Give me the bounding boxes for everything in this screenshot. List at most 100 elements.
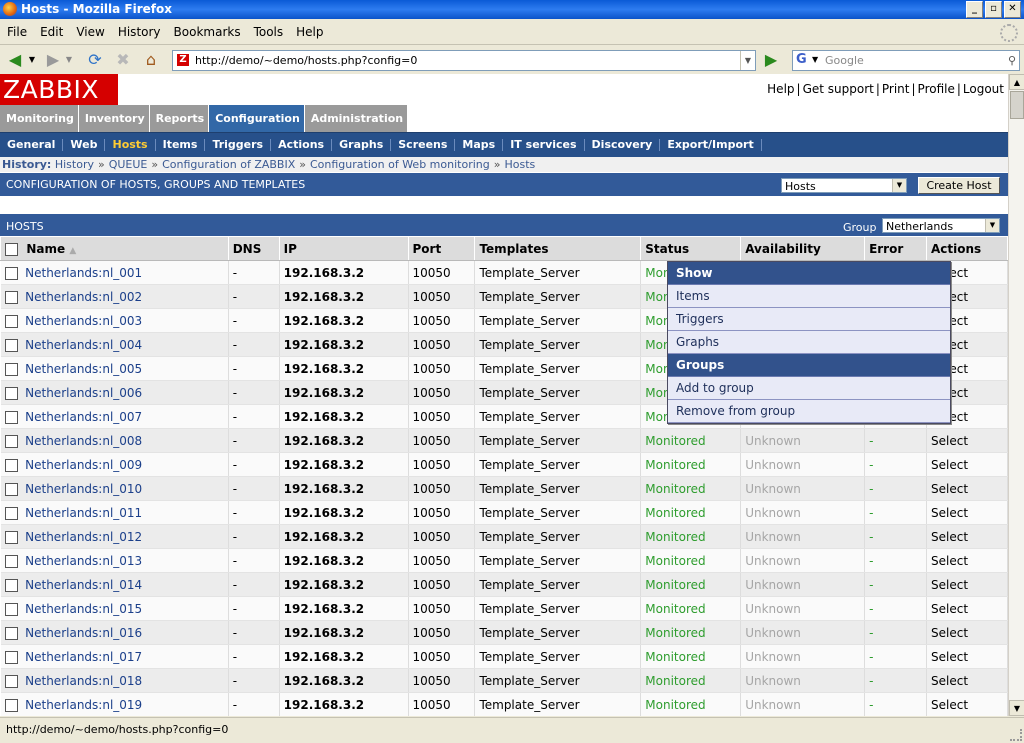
- url-bar[interactable]: Z http://demo/~demo/hosts.php?config=0 ▼: [172, 50, 756, 71]
- status-link[interactable]: Monitored: [640, 692, 742, 716]
- select-action-link[interactable]: Select: [926, 692, 1008, 716]
- host-name-link[interactable]: Netherlands:nl_007: [25, 410, 142, 424]
- menu-help[interactable]: Help: [289, 20, 329, 39]
- column-error[interactable]: Error: [864, 236, 927, 261]
- print-link[interactable]: Print: [882, 82, 910, 96]
- subtab-triggers[interactable]: Triggers: [205, 139, 272, 151]
- status-link[interactable]: Monitored: [640, 620, 742, 645]
- host-name-link[interactable]: Netherlands:nl_015: [25, 602, 142, 616]
- column-availability[interactable]: Availability: [740, 236, 866, 261]
- menu-view[interactable]: View: [69, 20, 110, 39]
- status-link[interactable]: Monitored: [640, 500, 742, 525]
- row-checkbox[interactable]: [4, 530, 18, 544]
- group-select[interactable]: Netherlands ▼: [882, 218, 1000, 233]
- column-port[interactable]: Port: [407, 236, 476, 261]
- tab-configuration[interactable]: Configuration: [209, 105, 305, 132]
- select-action-link[interactable]: Select: [926, 596, 1008, 621]
- config-type-select[interactable]: Hosts ▼: [781, 178, 907, 193]
- subtab-general[interactable]: General: [0, 139, 64, 151]
- tab-reports[interactable]: Reports: [149, 105, 210, 132]
- column-actions[interactable]: Actions: [926, 236, 1008, 261]
- host-name-link[interactable]: Netherlands:nl_003: [25, 314, 142, 328]
- row-checkbox[interactable]: [4, 266, 18, 280]
- menu-item-items[interactable]: Items: [668, 285, 950, 308]
- column-name[interactable]: Name ▲: [0, 236, 229, 261]
- select-action-link[interactable]: Select: [926, 476, 1008, 501]
- create-host-button[interactable]: Create Host: [918, 177, 1000, 194]
- row-checkbox[interactable]: [4, 698, 18, 712]
- search-engine-dropdown-icon[interactable]: ▼: [812, 55, 818, 64]
- host-name-link[interactable]: Netherlands:nl_014: [25, 578, 142, 592]
- host-name-link[interactable]: Netherlands:nl_016: [25, 626, 142, 640]
- subtab-maps[interactable]: Maps: [455, 139, 504, 151]
- breadcrumb-configuration-web[interactable]: Configuration of Web monitoring: [310, 158, 490, 171]
- search-box[interactable]: G ▼ Google ⚲: [792, 50, 1020, 71]
- breadcrumb-history[interactable]: History: [55, 158, 94, 171]
- host-name-link[interactable]: Netherlands:nl_018: [25, 674, 142, 688]
- select-action-link[interactable]: Select: [926, 548, 1008, 573]
- search-input[interactable]: Google: [825, 54, 864, 67]
- row-checkbox[interactable]: [4, 434, 18, 448]
- logout-link[interactable]: Logout: [963, 82, 1004, 96]
- select-all-checkbox[interactable]: [5, 242, 18, 256]
- tab-administration[interactable]: Administration: [304, 105, 409, 132]
- status-link[interactable]: Monitored: [640, 644, 742, 669]
- status-link[interactable]: Monitored: [640, 668, 742, 693]
- minimize-button[interactable]: _: [966, 1, 983, 18]
- select-action-link[interactable]: Select: [926, 452, 1008, 477]
- google-icon[interactable]: G: [796, 53, 810, 67]
- scroll-up-icon[interactable]: ▲: [1009, 74, 1024, 90]
- get-support-link[interactable]: Get support: [803, 82, 874, 96]
- menu-item-triggers[interactable]: Triggers: [668, 308, 950, 331]
- select-action-link[interactable]: Select: [926, 524, 1008, 549]
- status-link[interactable]: Monitored: [640, 572, 742, 597]
- host-name-link[interactable]: Netherlands:nl_009: [25, 458, 142, 472]
- status-link[interactable]: Monitored: [640, 548, 742, 573]
- row-checkbox[interactable]: [4, 338, 18, 352]
- row-checkbox[interactable]: [4, 674, 18, 688]
- url-history-dropdown-icon[interactable]: ▼: [740, 51, 755, 70]
- row-checkbox[interactable]: [4, 554, 18, 568]
- stop-icon[interactable]: ✖: [112, 50, 134, 70]
- host-name-link[interactable]: Netherlands:nl_001: [25, 266, 142, 280]
- go-icon[interactable]: ▶: [760, 50, 782, 70]
- host-name-link[interactable]: Netherlands:nl_019: [25, 698, 142, 712]
- menu-tools[interactable]: Tools: [247, 20, 290, 39]
- row-checkbox[interactable]: [4, 458, 18, 472]
- help-link[interactable]: Help: [767, 82, 794, 96]
- menu-item-graphs[interactable]: Graphs: [668, 331, 950, 354]
- host-name-link[interactable]: Netherlands:nl_012: [25, 530, 142, 544]
- url-text[interactable]: http://demo/~demo/hosts.php?config=0: [195, 54, 417, 67]
- subtab-graphs[interactable]: Graphs: [332, 139, 392, 151]
- profile-link[interactable]: Profile: [918, 82, 955, 96]
- maximize-button[interactable]: ▫: [985, 1, 1002, 18]
- row-checkbox[interactable]: [4, 626, 18, 640]
- breadcrumb-queue[interactable]: QUEUE: [109, 158, 148, 171]
- row-checkbox[interactable]: [4, 650, 18, 664]
- row-checkbox[interactable]: [4, 602, 18, 616]
- vertical-scrollbar[interactable]: ▲ ▼: [1008, 74, 1024, 716]
- column-status[interactable]: Status: [640, 236, 742, 261]
- host-name-link[interactable]: Netherlands:nl_017: [25, 650, 142, 664]
- subtab-screens[interactable]: Screens: [391, 139, 456, 151]
- row-checkbox[interactable]: [4, 578, 18, 592]
- tab-monitoring[interactable]: Monitoring: [0, 105, 79, 132]
- scroll-down-icon[interactable]: ▼: [1009, 700, 1024, 716]
- row-checkbox[interactable]: [4, 362, 18, 376]
- menu-bookmarks[interactable]: Bookmarks: [167, 20, 247, 39]
- subtab-discovery[interactable]: Discovery: [585, 139, 661, 151]
- menu-edit[interactable]: Edit: [33, 20, 69, 39]
- subtab-hosts[interactable]: Hosts: [105, 139, 156, 151]
- breadcrumb-configuration-zabbix[interactable]: Configuration of ZABBIX: [162, 158, 295, 171]
- tab-inventory[interactable]: Inventory: [78, 105, 150, 132]
- reload-icon[interactable]: ⟳: [84, 50, 106, 70]
- breadcrumb-hosts[interactable]: Hosts: [504, 158, 535, 171]
- menu-file[interactable]: File: [0, 20, 33, 39]
- subtab-actions[interactable]: Actions: [271, 139, 333, 151]
- select-action-link[interactable]: Select: [926, 428, 1008, 453]
- column-dns[interactable]: DNS: [227, 236, 280, 261]
- menu-item-remove-from-group[interactable]: Remove from group: [668, 400, 950, 423]
- host-name-link[interactable]: Netherlands:nl_002: [25, 290, 142, 304]
- status-link[interactable]: Monitored: [640, 476, 742, 501]
- select-action-link[interactable]: Select: [926, 500, 1008, 525]
